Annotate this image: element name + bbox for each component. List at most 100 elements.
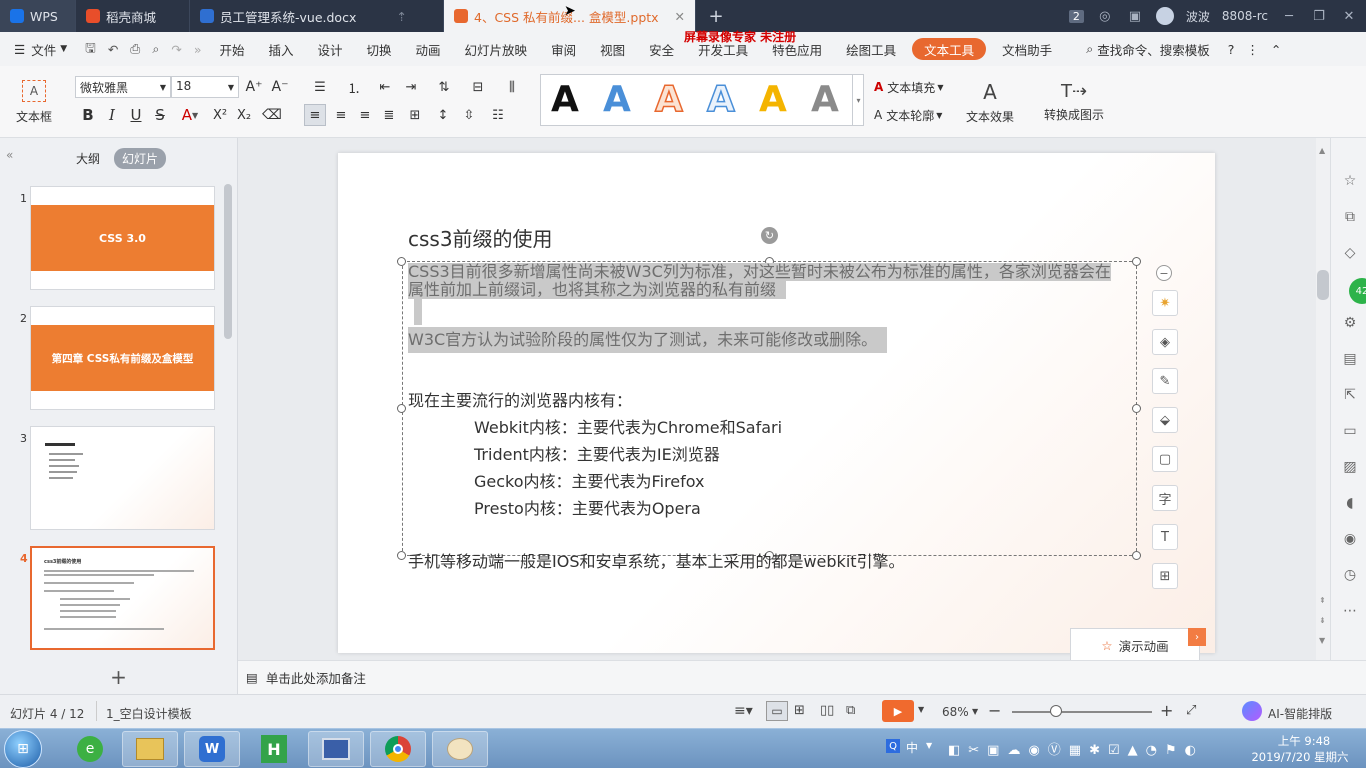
menu-security[interactable]: 安全 (637, 32, 686, 66)
taskbar-browser-icon[interactable]: e (62, 731, 118, 767)
resize-handle[interactable] (397, 257, 406, 266)
scroll-thumb[interactable] (1317, 270, 1329, 300)
resize-handle[interactable] (1132, 404, 1141, 413)
close-tab-icon[interactable]: ✕ (675, 9, 685, 24)
text-style-blue-outline[interactable]: A (706, 78, 735, 121)
align-text-icon[interactable]: ⊟ (464, 76, 492, 98)
tab-docx[interactable]: 员工管理系统-vue.docx ⇡ (190, 0, 444, 32)
character-icon[interactable]: 字 (1152, 485, 1178, 511)
pin-icon[interactable]: ⇡ (397, 9, 407, 24)
chevron-down-icon[interactable]: ▼ (918, 705, 924, 714)
text-effect-button[interactable]: A 文本效果 (958, 76, 1022, 128)
fill-bucket-icon[interactable]: ⬙ (1152, 407, 1178, 433)
chevron-down-icon[interactable]: ▼ (926, 741, 932, 750)
menu-design[interactable]: 设计 (306, 32, 355, 66)
distribute-button[interactable]: ⊞ (404, 104, 426, 126)
slide-thumb-1[interactable]: CSS 3.0 (30, 186, 215, 290)
scroll-next-slide-icon[interactable]: ⇟ (1319, 616, 1326, 625)
gallery-icon[interactable]: ▤ (1341, 350, 1359, 368)
tab-pptx-active[interactable]: 4、CSS 私有前缀... 盒模型.pptx ✕ ➤ (444, 0, 696, 32)
frame-icon[interactable]: ▢ (1152, 446, 1178, 472)
font-shrink-icon[interactable]: A⁻ (270, 76, 290, 98)
archive-icon[interactable]: ▭ (1341, 422, 1359, 440)
kernel-item[interactable]: Presto内核：主要代表为Opera (474, 495, 701, 519)
ai-icon[interactable] (1242, 701, 1262, 721)
taskbar-paint-icon[interactable] (432, 731, 488, 767)
slide-sorter-icon[interactable]: ⊞ (794, 703, 805, 718)
tab-outline[interactable]: 大纲 (76, 150, 100, 167)
zoom-level[interactable]: 68% (942, 705, 969, 719)
menu-text-tools[interactable]: 文本工具 (912, 38, 987, 60)
tab-wps[interactable]: WPS (0, 0, 76, 32)
undo-icon[interactable]: ↶ (102, 32, 124, 66)
image-icon[interactable]: ▨ (1341, 458, 1359, 476)
textbox-button[interactable]: A 文本框 (10, 72, 58, 132)
print-icon[interactable]: ⎙ (124, 32, 146, 66)
paragraph-4[interactable]: 手机等移动端一般是IOS和安卓系统，基本上采用的都是webkit引擎。 (408, 548, 905, 572)
resize-handle[interactable] (1132, 551, 1141, 560)
spacing-menu-icon[interactable]: ☷ (484, 104, 512, 126)
expand-arrow-icon[interactable]: › (1188, 628, 1206, 646)
template-name[interactable]: 1_空白设计模板 (106, 705, 192, 722)
zoom-slider-track[interactable] (1012, 711, 1152, 713)
convert-to-diagram-button[interactable]: T⇢ 转换成图示 (1036, 76, 1112, 128)
shape-style-icon[interactable]: ⊞ (1152, 563, 1178, 589)
vertical-scrollbar[interactable]: ▲ ⇞ ⇟ ▼ (1316, 138, 1330, 660)
font-size-select[interactable]: 18 ▼ (171, 76, 239, 98)
chevron-down-icon[interactable]: ▼ (972, 707, 978, 716)
menu-review[interactable]: 审阅 (539, 32, 588, 66)
ai-layout-label[interactable]: AI-智能排版 (1268, 705, 1332, 722)
font-name-select[interactable]: 微软雅黑 ▼ (75, 76, 171, 98)
menu-view[interactable]: 视图 (588, 32, 637, 66)
preview-icon[interactable]: ⌕ (146, 32, 165, 66)
indent-icon[interactable]: ⇥ (400, 76, 422, 98)
resize-handle[interactable] (1132, 257, 1141, 266)
para-spacing-icon[interactable]: ⇳ (458, 104, 480, 126)
location-icon[interactable]: ◉ (1341, 530, 1359, 548)
pen-icon[interactable]: ✎ (1152, 368, 1178, 394)
window-count-badge[interactable]: 2 (1068, 9, 1084, 23)
kernel-item[interactable]: Trident内核：主要代表为IE浏览器 (474, 441, 720, 465)
menu-animation[interactable]: 动画 (404, 32, 453, 66)
paragraph-1-line-2[interactable]: 属性前加上前缀词，也将其称之为浏览器的私有前缀 (408, 281, 787, 299)
scroll-prev-slide-icon[interactable]: ⇞ (1319, 596, 1326, 605)
smart-beautify-icon[interactable]: ✷ (1152, 290, 1178, 316)
slide-thumb-3[interactable] (30, 426, 215, 530)
resize-handle[interactable] (397, 551, 406, 560)
slide-title[interactable]: css3前缀的使用 (408, 223, 553, 252)
clock-date[interactable]: 2019/7/20 星期六 (1244, 749, 1356, 765)
taskbar-hbuilder-icon[interactable]: H (246, 731, 302, 767)
scroll-down-icon[interactable]: ▼ (1319, 636, 1325, 645)
outdent-icon[interactable]: ⇤ (374, 76, 396, 98)
columns-icon[interactable]: ⫼ (498, 76, 526, 98)
scroll-up-icon[interactable]: ▲ (1319, 146, 1325, 155)
text-style-gold[interactable]: A (759, 79, 787, 120)
collapse-panel-icon[interactable]: « (6, 148, 13, 162)
star-icon[interactable]: ☆ (1341, 172, 1359, 190)
close-window-icon[interactable]: ✕ (1340, 9, 1358, 24)
menu-insert[interactable]: 插入 (256, 32, 305, 66)
audio-icon[interactable]: ◖ (1341, 494, 1359, 512)
save-icon[interactable]: 🖫 (79, 32, 102, 66)
add-slide-button[interactable]: + (0, 660, 238, 694)
paragraph-3[interactable]: 现在主要流行的浏览器内核有： (408, 387, 632, 411)
tab-slides[interactable]: 幻灯片 (114, 148, 167, 169)
menu-slideshow[interactable]: 幻灯片放映 (453, 32, 540, 66)
skin-icon[interactable]: ◎ (1096, 9, 1114, 24)
text-style-orange-outline[interactable]: A (654, 78, 683, 121)
justify-button[interactable]: ≣ (378, 104, 400, 126)
resize-handle[interactable] (397, 404, 406, 413)
paragraph-2[interactable]: W3C官方认为试验阶段的属性仅为了测试，未来可能修改或删除。 (408, 327, 888, 353)
clock-time[interactable]: 上午 9:48 (1264, 733, 1344, 749)
more-options-icon[interactable]: ⋮ (1240, 32, 1265, 66)
speed-badge-icon[interactable]: 42 (1349, 278, 1366, 304)
more-icon[interactable]: ⋯ (1341, 602, 1359, 620)
notes-toggle-icon[interactable]: ≡▾ (734, 703, 753, 719)
fit-window-icon[interactable]: ⤢ (1186, 703, 1196, 718)
text-outline-button[interactable]: A 文本轮廓 ▼ (874, 104, 954, 126)
gallery-expand-icon[interactable]: ▾ (852, 74, 864, 126)
avatar[interactable] (1155, 7, 1174, 25)
share-icon[interactable]: ⇱ (1341, 386, 1359, 404)
text-style-gray[interactable]: A (811, 79, 839, 120)
text-fill-button[interactable]: A 文本填充 ▼ (874, 76, 954, 98)
